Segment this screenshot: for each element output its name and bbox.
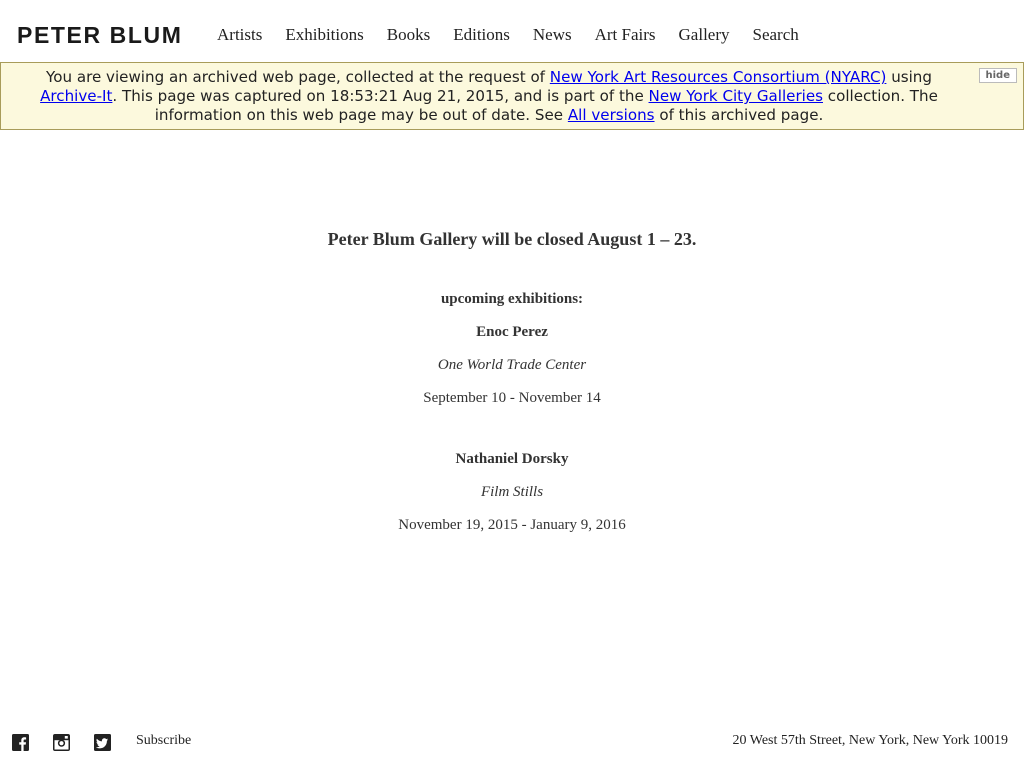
twitter-icon[interactable] — [94, 734, 111, 751]
nyc-galleries-link[interactable]: New York City Galleries — [649, 87, 823, 105]
exhibition-2-title[interactable]: Film Stills — [0, 484, 1024, 501]
nav-exhibitions[interactable]: Exhibitions — [285, 25, 363, 45]
archive-it-link[interactable]: Archive-It — [40, 87, 112, 105]
nav-news[interactable]: News — [533, 25, 572, 45]
banner-text-1: You are viewing an archived web page, co… — [46, 68, 550, 86]
archive-banner: You are viewing an archived web page, co… — [0, 62, 1024, 130]
exhibition-2-artist[interactable]: Nathaniel Dorsky — [0, 451, 1024, 468]
hide-banner-button[interactable]: hide — [978, 68, 1017, 83]
nav-books[interactable]: Books — [387, 25, 430, 45]
all-versions-link[interactable]: All versions — [568, 106, 655, 124]
exhibition-2-dates: November 19, 2015 - January 9, 2016 — [398, 517, 626, 533]
exhibition-1-title[interactable]: One World Trade Center — [0, 357, 1024, 374]
site-logo[interactable]: PETER BLUM — [17, 22, 183, 48]
instagram-icon[interactable] — [53, 734, 70, 751]
subscribe-link[interactable]: Subscribe — [136, 733, 191, 749]
site-footer: Subscribe 20 West 57th Street, New York,… — [0, 730, 1024, 754]
gallery-address: 20 West 57th Street, New York, New York … — [732, 733, 1008, 748]
facebook-icon[interactable] — [12, 734, 29, 751]
closed-notice: Peter Blum Gallery will be closed August… — [327, 229, 697, 249]
nav-gallery[interactable]: Gallery — [679, 25, 730, 45]
banner-text-2: using — [886, 68, 932, 86]
banner-text-3: . This page was captured on 18:53:21 Aug… — [112, 87, 649, 105]
nyarc-link[interactable]: New York Art Resources Consortium (NYARC… — [550, 68, 887, 86]
main-nav: Artists Exhibitions Books Editions News … — [217, 25, 822, 45]
site-header: PETER BLUM Artists Exhibitions Books Edi… — [0, 0, 1024, 62]
upcoming-label: upcoming exhibitions: — [440, 291, 584, 307]
nav-search[interactable]: Search — [753, 25, 799, 45]
exhibition-1-artist[interactable]: Enoc Perez — [0, 324, 1024, 341]
nav-editions[interactable]: Editions — [453, 25, 510, 45]
nav-art-fairs[interactable]: Art Fairs — [595, 25, 656, 45]
banner-text-5: of this archived page. — [654, 106, 824, 124]
exhibition-1-dates: September 10 - November 14 — [423, 390, 601, 406]
archive-banner-text: You are viewing an archived web page, co… — [1, 63, 1023, 125]
nav-artists[interactable]: Artists — [217, 25, 262, 45]
